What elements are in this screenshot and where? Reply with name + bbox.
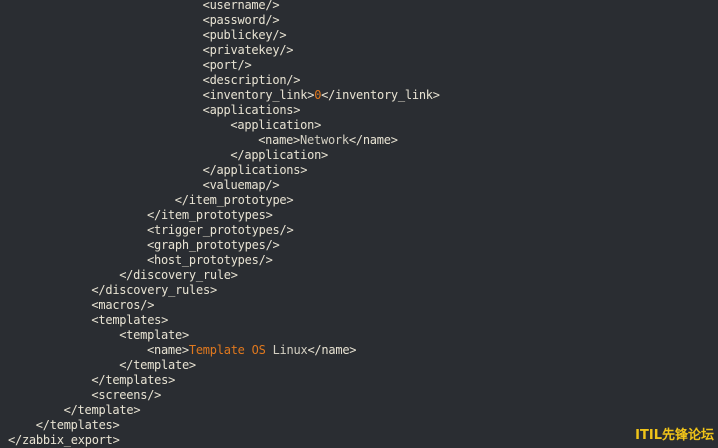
- code-line: <graph_prototypes/>: [147, 238, 280, 253]
- code-line: </discovery_rules>: [91, 283, 217, 298]
- code-line: <host_prototypes/>: [147, 253, 273, 268]
- code-line: <name>Network</name>: [258, 133, 398, 148]
- code-line: <port/>: [203, 58, 252, 73]
- code-token: <port/>: [202, 58, 252, 72]
- code-line: <valuemap/>: [203, 178, 280, 193]
- code-token: <screens/>: [91, 388, 162, 402]
- code-line: </applications>: [203, 163, 308, 178]
- code-token: <application>: [230, 118, 322, 132]
- code-token: <graph_prototypes/>: [147, 238, 280, 252]
- code-line: <template>: [119, 328, 189, 343]
- code-token: <trigger_prototypes/>: [147, 223, 294, 237]
- code-token: <name>: [147, 343, 189, 357]
- code-token: <macros/>: [91, 298, 155, 312]
- code-token: </name>: [307, 343, 357, 357]
- code-line: <privatekey/>: [203, 43, 294, 58]
- code-token: </applications>: [202, 163, 308, 177]
- code-line: <application>: [230, 118, 321, 133]
- code-line: <password/>: [203, 13, 280, 28]
- code-line: <name>Template OS Linux</name>: [147, 343, 357, 358]
- code-token: <template>: [119, 328, 189, 342]
- code-token: </item_prototype>: [174, 193, 294, 207]
- code-token: </discovery_rule>: [119, 268, 238, 282]
- code-token: Network: [300, 133, 349, 147]
- code-token: Template OS: [188, 343, 266, 357]
- code-line: </templates>: [36, 418, 120, 433]
- code-line: </discovery_rule>: [119, 268, 238, 283]
- code-line: <applications>: [203, 103, 301, 118]
- code-editor[interactable]: <username/> <password/> <publickey/> <priva…: [0, 0, 718, 447]
- code-token: </templates>: [91, 373, 176, 387]
- code-token: <host_prototypes/>: [147, 253, 273, 267]
- code-token: </application>: [230, 148, 329, 162]
- code-token: <password/>: [202, 13, 280, 27]
- code-line: </template>: [64, 403, 141, 418]
- code-token: <name>: [258, 133, 301, 147]
- code-token: <inventory_link>: [202, 88, 315, 102]
- code-line: <username/>: [203, 0, 280, 13]
- code-token: <applications>: [202, 103, 301, 117]
- code-line: <templates>: [91, 313, 168, 328]
- code-token: <username/>: [202, 0, 280, 12]
- code-line: </item_prototypes>: [147, 208, 273, 223]
- code-token: Linux: [265, 343, 308, 357]
- code-token: </template>: [119, 358, 196, 372]
- code-token: <templates>: [91, 313, 169, 327]
- watermark: ITIL先锋论坛: [635, 428, 714, 443]
- code-token: <description/>: [202, 73, 301, 87]
- code-token: </templates>: [35, 418, 120, 432]
- code-token: </discovery_rules>: [91, 283, 217, 297]
- code-token: <valuemap/>: [202, 178, 280, 192]
- code-token: <privatekey/>: [202, 43, 294, 57]
- code-line: </application>: [230, 148, 328, 163]
- code-line: </template>: [119, 358, 196, 373]
- code-token: </inventory_link>: [321, 88, 440, 102]
- code-line: </templates>: [91, 373, 175, 388]
- code-token: </template>: [63, 403, 141, 417]
- code-line: <description/>: [203, 73, 301, 88]
- code-line: <publickey/>: [203, 28, 287, 43]
- code-token: <publickey/>: [202, 28, 287, 42]
- code-line: <screens/>: [91, 388, 161, 403]
- code-token: </item_prototypes>: [147, 208, 273, 222]
- code-token: </zabbix_export>: [8, 433, 120, 447]
- code-line: <macros/>: [91, 298, 154, 313]
- code-line: <inventory_link>0</inventory_link>: [203, 88, 440, 103]
- code-line: <trigger_prototypes/>: [147, 223, 294, 238]
- code-token: </name>: [348, 133, 398, 147]
- code-line: </item_prototype>: [175, 193, 294, 208]
